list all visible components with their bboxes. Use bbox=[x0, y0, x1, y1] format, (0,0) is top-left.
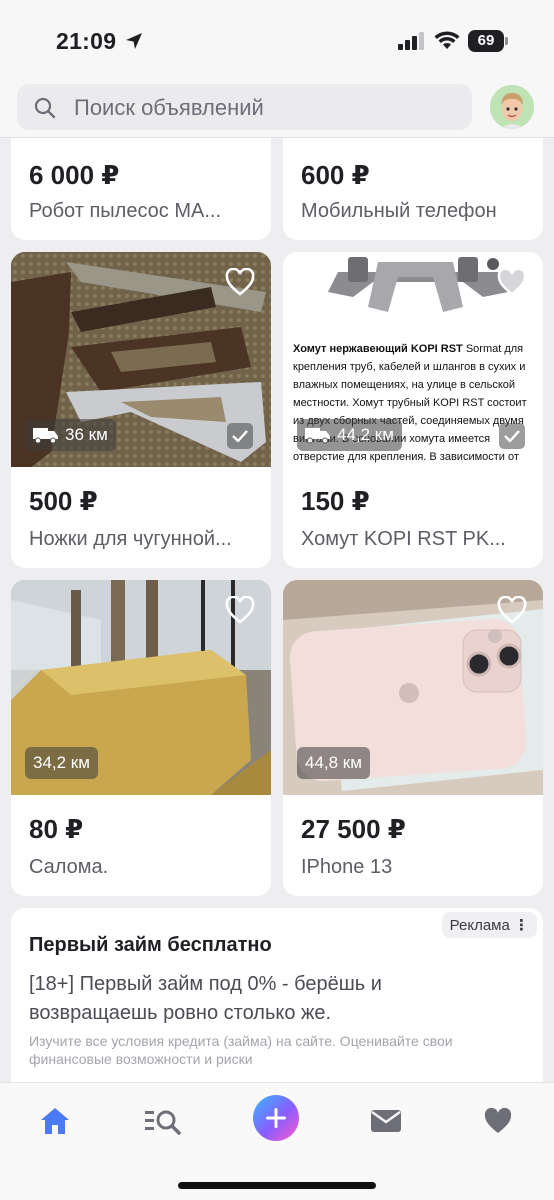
listing-card[interactable]: 36 км 500 ₽ Ножки для чугунной... bbox=[11, 252, 271, 568]
distance-badge: 36 км bbox=[25, 419, 116, 451]
listing-card[interactable]: 600 ₽ Мобильный телефон bbox=[283, 138, 543, 240]
mail-icon bbox=[371, 1110, 401, 1132]
verified-check-icon bbox=[499, 423, 525, 449]
search-icon bbox=[34, 97, 56, 119]
cellular-signal-icon bbox=[398, 32, 424, 50]
distance-badge: 34,2 км bbox=[25, 747, 98, 779]
listing-card[interactable]: 6 000 ₽ Робот пылесос МА... bbox=[11, 138, 271, 240]
verified-check-icon bbox=[227, 423, 253, 449]
listing-price: 600 ₽ bbox=[301, 160, 370, 190]
listing-price: 500 ₽ bbox=[29, 486, 98, 516]
listing-price: 150 ₽ bbox=[301, 486, 370, 516]
distance-badge: 44,8 км bbox=[297, 747, 370, 779]
home-icon bbox=[41, 1108, 69, 1134]
status-bar: 21:09 69 bbox=[0, 0, 554, 80]
ad-body: [18+] Первый займ под 0% - берёшь и возв… bbox=[29, 973, 382, 1024]
categories-search-icon bbox=[145, 1110, 181, 1135]
listing-photo-description-bold: Хомут нержавеющий KOPI RST bbox=[293, 343, 463, 355]
location-arrow-icon bbox=[126, 33, 142, 49]
ad-card[interactable]: Реклама ⋮ Первый займ бесплатно [18+] Пе… bbox=[11, 908, 543, 1082]
delivery-truck-icon bbox=[33, 428, 58, 444]
memoji-avatar-icon bbox=[490, 85, 534, 129]
listings-feed: 6 000 ₽ Робот пылесос МА... 600 ₽ Мобиль… bbox=[0, 138, 554, 1082]
listing-title: Робот пылесос МА... bbox=[29, 200, 222, 222]
distance-badge: 44,2 км bbox=[297, 419, 402, 451]
add-icon bbox=[266, 1108, 286, 1128]
listing-card[interactable]: Хомут нержавеющий KOPI RST Sormat для кр… bbox=[283, 252, 543, 568]
listing-photo: Хомут нержавеющий KOPI RST Sormat для кр… bbox=[283, 252, 543, 467]
distance-text: 44,8 км bbox=[305, 753, 362, 772]
avatar[interactable] bbox=[490, 85, 534, 129]
ad-tag[interactable]: Реклама ⋮ bbox=[441, 912, 537, 938]
listing-title: IPhone 13 bbox=[301, 856, 393, 878]
listing-card[interactable]: 44,8 км 27 500 ₽ IPhone 13 bbox=[283, 580, 543, 896]
favorite-heart-icon[interactable] bbox=[225, 596, 255, 624]
tab-favorites[interactable] bbox=[478, 1101, 518, 1141]
status-time: 21:09 bbox=[56, 28, 117, 54]
distance-text: 44,2 км bbox=[337, 425, 394, 444]
heart-icon bbox=[484, 1107, 512, 1133]
listing-card[interactable]: 34,2 км 80 ₽ Салома. bbox=[11, 580, 271, 896]
ad-tag-label: Реклама bbox=[449, 917, 510, 934]
battery-level: 69 bbox=[468, 30, 504, 52]
listing-title: Ножки для чугунной... bbox=[29, 528, 232, 550]
listing-price: 6 000 ₽ bbox=[29, 160, 120, 190]
tab-messages[interactable] bbox=[366, 1101, 406, 1141]
listing-title: Мобильный телефон bbox=[301, 200, 497, 222]
top-bar: 21:09 69 Поиск объявлений bbox=[0, 0, 554, 138]
favorite-heart-icon[interactable] bbox=[497, 268, 527, 296]
listing-price: 80 ₽ bbox=[29, 814, 84, 844]
battery-indicator: 69 bbox=[468, 30, 508, 52]
distance-text: 34,2 км bbox=[33, 753, 90, 772]
listing-photo: 34,2 км bbox=[11, 580, 271, 795]
listing-title: Хомут KOPI RST PK... bbox=[301, 528, 506, 550]
battery-tip bbox=[505, 37, 508, 45]
add-listing-button[interactable] bbox=[253, 1095, 299, 1141]
listing-photo: 44,8 км bbox=[283, 580, 543, 795]
pipe-clamp-photo bbox=[283, 252, 543, 342]
delivery-truck-icon bbox=[305, 428, 330, 444]
distance-text: 36 км bbox=[65, 425, 108, 444]
listing-price: 27 500 ₽ bbox=[301, 814, 406, 844]
ad-fine-print: Изучите все условия кредита (займа) на с… bbox=[29, 1033, 453, 1067]
listing-photo: 36 км bbox=[11, 252, 271, 467]
listing-title: Салома. bbox=[29, 856, 109, 878]
favorite-heart-icon[interactable] bbox=[225, 268, 255, 296]
more-options-icon[interactable]: ⋮ bbox=[514, 917, 529, 934]
search-bar[interactable]: Поиск объявлений bbox=[17, 84, 472, 130]
ad-title: Первый займ бесплатно bbox=[29, 934, 272, 956]
tab-home[interactable] bbox=[35, 1101, 75, 1141]
search-input[interactable]: Поиск объявлений bbox=[74, 95, 264, 121]
wifi-icon bbox=[434, 31, 460, 49]
favorite-heart-icon[interactable] bbox=[497, 596, 527, 624]
tab-categories[interactable] bbox=[143, 1101, 183, 1141]
home-indicator bbox=[178, 1182, 376, 1189]
